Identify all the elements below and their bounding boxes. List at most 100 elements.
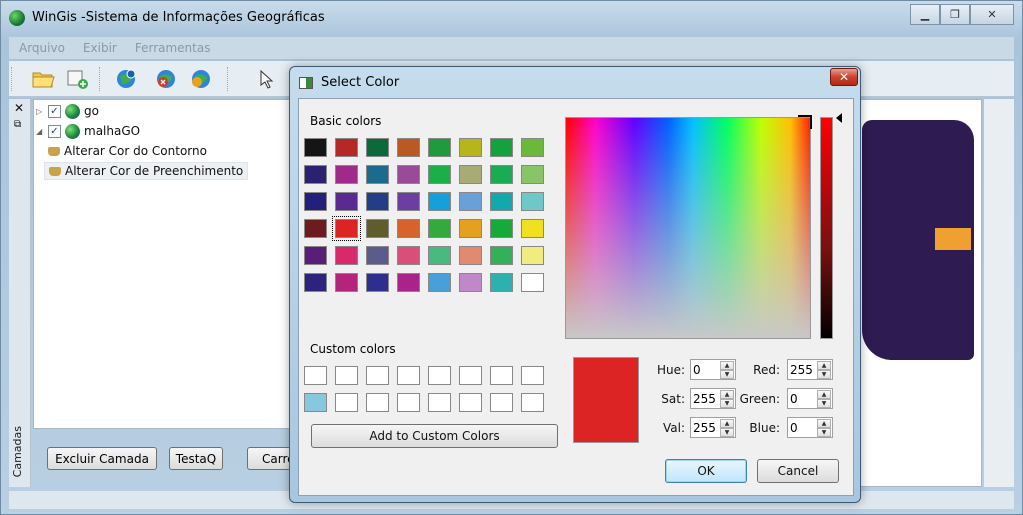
spin-up-icon[interactable]: ▲ [720,390,734,399]
green-spinbox[interactable]: ▲ ▼ [787,388,833,409]
basic-color-swatch[interactable] [366,219,389,238]
basic-color-swatch[interactable] [428,246,451,265]
basic-color-swatch[interactable] [335,165,358,184]
spin-up-icon[interactable]: ▲ [817,419,831,428]
layer-checkbox[interactable]: ✓ [48,124,61,138]
blue-input[interactable] [790,420,816,435]
add-to-custom-colors-button[interactable]: Add to Custom Colors [311,424,558,448]
menu-arquivo[interactable]: Arquivo [19,41,65,55]
custom-color-swatch[interactable] [459,393,482,412]
custom-color-swatch[interactable] [335,393,358,412]
basic-color-swatch[interactable] [335,138,358,157]
globe-settings-icon[interactable] [189,68,213,90]
custom-color-swatch[interactable] [490,393,513,412]
basic-color-swatch[interactable] [490,273,513,292]
spin-down-icon[interactable]: ▼ [720,428,734,437]
basic-color-swatch[interactable] [459,192,482,211]
spin-down-icon[interactable]: ▼ [720,370,734,379]
sat-spinbox[interactable]: ▲ ▼ [690,388,736,409]
basic-color-swatch[interactable] [335,273,358,292]
hue-input[interactable] [693,362,719,377]
spin-up-icon[interactable]: ▲ [817,361,831,370]
basic-color-swatch[interactable] [304,192,327,211]
testaq-button[interactable]: TestaQ [169,447,223,470]
hue-spinbox[interactable]: ▲ ▼ [690,359,736,380]
custom-color-swatch[interactable] [428,393,451,412]
spectrum-crosshair[interactable] [798,115,812,129]
basic-color-swatch[interactable] [397,138,420,157]
minimize-button[interactable]: ▁ [910,4,940,25]
spin-up-icon[interactable]: ▲ [720,361,734,370]
basic-color-swatch[interactable] [335,192,358,211]
basic-color-swatch[interactable] [332,216,361,241]
basic-color-swatch[interactable] [521,165,544,184]
basic-color-swatch[interactable] [428,192,451,211]
hue-saturation-spectrum[interactable] [565,117,811,339]
spin-up-icon[interactable]: ▲ [720,419,734,428]
map-canvas[interactable] [856,99,982,487]
red-input[interactable] [790,362,816,377]
basic-color-swatch[interactable] [397,165,420,184]
val-input[interactable] [693,420,719,435]
layer-child-row-selected[interactable]: Alterar Cor de Preenchimento [44,162,249,180]
basic-color-swatch[interactable] [490,219,513,238]
layer-checkbox[interactable]: ✓ [48,104,61,118]
restore-button[interactable]: ❐ [940,4,970,25]
custom-color-swatch[interactable] [366,366,389,385]
custom-color-swatch[interactable] [366,393,389,412]
basic-color-swatch[interactable] [397,219,420,238]
custom-color-swatch[interactable] [459,366,482,385]
basic-color-swatch[interactable] [366,192,389,211]
ok-button[interactable]: OK [665,459,747,483]
basic-color-swatch[interactable] [304,246,327,265]
collapse-arrow-icon[interactable]: ◢ [36,127,44,136]
basic-color-swatch[interactable] [459,273,482,292]
expand-arrow-icon[interactable]: ▷ [36,107,44,116]
basic-color-swatch[interactable] [521,246,544,265]
custom-color-swatch[interactable] [397,366,420,385]
basic-color-swatch[interactable] [304,219,327,238]
spin-down-icon[interactable]: ▼ [817,370,831,379]
basic-color-swatch[interactable] [304,165,327,184]
spin-down-icon[interactable]: ▼ [720,399,734,408]
basic-color-swatch[interactable] [366,165,389,184]
basic-color-swatch[interactable] [521,192,544,211]
custom-color-swatch[interactable] [521,366,544,385]
spin-down-icon[interactable]: ▼ [817,428,831,437]
basic-color-swatch[interactable] [459,219,482,238]
layer-row-go[interactable]: ▷ ✓ go [36,102,99,120]
menu-exibir[interactable]: Exibir [83,41,117,55]
luminance-slider[interactable] [820,117,833,339]
delete-layer-button[interactable]: Excluir Camada [47,447,157,470]
basic-color-swatch[interactable] [521,138,544,157]
sat-input[interactable] [693,391,719,406]
cancel-button[interactable]: Cancel [757,459,839,483]
custom-color-swatch[interactable] [304,366,327,385]
spin-up-icon[interactable]: ▲ [817,390,831,399]
layer-child-row[interactable]: Alterar Cor do Contorno [48,142,207,160]
menu-ferramentas[interactable]: Ferramentas [135,41,211,55]
layer-row-malhago[interactable]: ◢ ✓ malhaGO [36,122,258,140]
basic-color-swatch[interactable] [304,138,327,157]
custom-color-swatch[interactable] [304,393,327,412]
custom-color-swatch[interactable] [335,366,358,385]
basic-color-swatch[interactable] [521,273,544,292]
basic-color-swatch[interactable] [490,165,513,184]
basic-color-swatch[interactable] [304,273,327,292]
basic-color-swatch[interactable] [459,138,482,157]
green-input[interactable] [790,391,816,406]
luminance-arrow-icon[interactable] [836,113,842,123]
custom-color-swatch[interactable] [490,366,513,385]
custom-color-swatch[interactable] [397,393,420,412]
basic-color-swatch[interactable] [490,192,513,211]
basic-color-swatch[interactable] [428,138,451,157]
basic-color-swatch[interactable] [366,273,389,292]
basic-color-swatch[interactable] [335,246,358,265]
basic-color-swatch[interactable] [397,273,420,292]
dock-float-icon[interactable]: ⧉ [14,119,21,130]
basic-color-swatch[interactable] [366,246,389,265]
basic-color-swatch[interactable] [490,138,513,157]
basic-color-swatch[interactable] [366,138,389,157]
open-folder-icon[interactable] [31,68,55,90]
basic-color-swatch[interactable] [428,219,451,238]
